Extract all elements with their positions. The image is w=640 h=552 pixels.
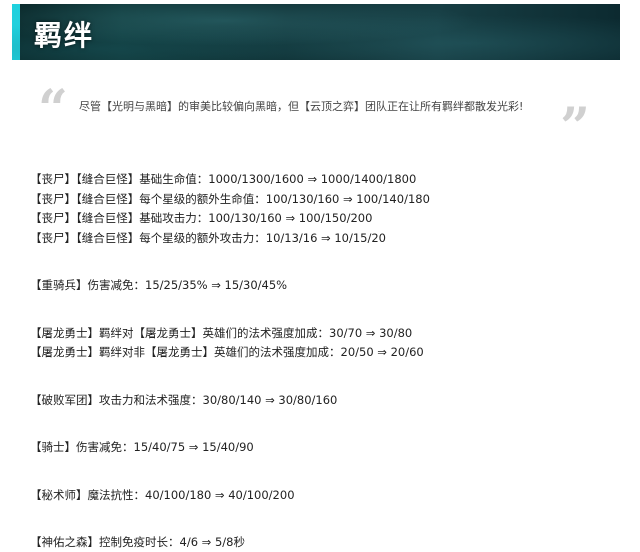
patch-notes-list: 【丧尸】【缝合巨怪】基础生命值：1000/1300/1600 ⇒ 1000/14… — [30, 170, 610, 552]
note-line: 【屠龙勇士】羁绊对非【屠龙勇士】英雄们的法术强度加成：20/50 ⇒ 20/60 — [30, 345, 424, 359]
trait-group-knight: 【骑士】伤害减免：15/40/75 ⇒ 15/40/90 — [30, 438, 610, 458]
note-line: 【丧尸】【缝合巨怪】每个星级的额外攻击力：10/13/16 ⇒ 10/15/20 — [30, 230, 386, 245]
note-line: 【破败军团】攻击力和法术强度：30/80/140 ⇒ 30/80/160 — [30, 392, 338, 407]
section-banner: 羁绊 — [12, 4, 620, 60]
trait-group-forgotten: 【破败军团】攻击力和法术强度：30/80/140 ⇒ 30/80/160 — [30, 391, 610, 411]
note-line: 【重骑兵】伤害减免：15/25/35% ⇒ 15/30/45% — [30, 278, 288, 292]
note-line: 【丧尸】【缝合巨怪】每个星级的额外生命值：100/130/160 ⇒ 100/1… — [30, 191, 430, 206]
trait-group-dawnbringer: 【神佑之森】控制免疫时长：4/6 ⇒ 5/8秒 — [30, 533, 610, 552]
section-title: 羁绊 — [34, 19, 95, 52]
quote-block: “ 尽管【光明与黑暗】的审美比较偏向黑暗，但【云顶之弈】团队正在让所有羁绊都散发… — [12, 84, 620, 154]
trait-group-zombie: 【丧尸】【缝合巨怪】基础生命值：1000/1300/1600 ⇒ 1000/14… — [30, 170, 610, 248]
open-quote-icon: “ — [38, 79, 68, 140]
quote-text: 尽管【光明与黑暗】的审美比较偏向黑暗，但【云顶之弈】团队正在让所有羁绊都散发光彩… — [79, 100, 524, 113]
trait-group-mystic: 【秘术师】魔法抗性：40/100/180 ⇒ 40/100/200 — [30, 486, 610, 506]
note-line: 【屠龙勇士】羁绊对【屠龙勇士】英雄们的法术强度加成：30/70 ⇒ 30/80 — [30, 325, 413, 340]
note-line: 【秘术师】魔法抗性：40/100/180 ⇒ 40/100/200 — [30, 487, 295, 502]
note-line: 【神佑之森】控制免疫时长：4/6 ⇒ 5/8秒 — [30, 535, 245, 549]
note-line: 【丧尸】【缝合巨怪】基础生命值：1000/1300/1600 ⇒ 1000/14… — [30, 172, 417, 186]
close-quote-icon: ” — [560, 97, 590, 158]
note-line: 【骑士】伤害减免：15/40/75 ⇒ 15/40/90 — [30, 440, 254, 454]
trait-group-dragonslayer: 【屠龙勇士】羁绊对【屠龙勇士】英雄们的法术强度加成：30/70 ⇒ 30/80 … — [30, 324, 610, 363]
note-line: 【丧尸】【缝合巨怪】基础攻击力：100/130/160 ⇒ 100/150/20… — [30, 211, 373, 225]
trait-group-cavalier: 【重骑兵】伤害减免：15/25/35% ⇒ 15/30/45% — [30, 276, 610, 296]
